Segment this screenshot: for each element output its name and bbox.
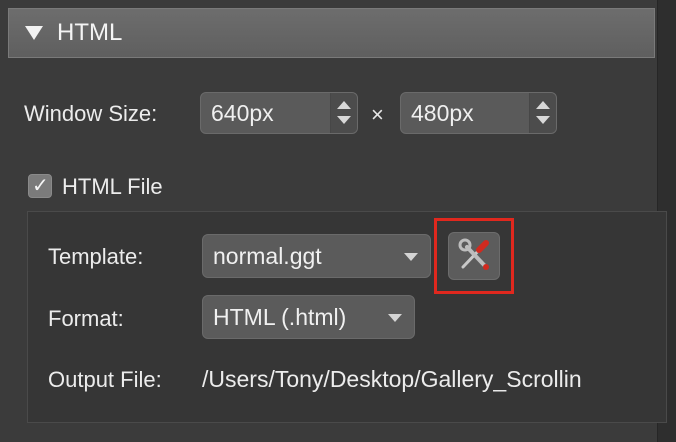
window-height-value[interactable]: 480px xyxy=(411,100,474,126)
html-file-checkbox[interactable]: ✓ xyxy=(28,173,52,198)
decrement-arrow-icon[interactable] xyxy=(337,116,351,124)
output-file-label: Output File: xyxy=(48,367,162,392)
checkmark-icon: ✓ xyxy=(32,173,49,197)
decrement-arrow-icon[interactable] xyxy=(536,116,550,124)
html-settings-panel: HTML Window Size: 640px × 480px ✓ HTML F… xyxy=(0,0,676,442)
disclosure-triangle-icon[interactable] xyxy=(25,26,43,40)
window-width-stepper[interactable]: 640px xyxy=(200,92,358,134)
template-label: Template: xyxy=(48,244,144,269)
window-height-stepper[interactable]: 480px xyxy=(400,92,557,134)
increment-arrow-icon[interactable] xyxy=(337,101,351,109)
highlight-box xyxy=(434,218,514,294)
window-width-stepper-arrows[interactable] xyxy=(330,93,357,133)
window-height-stepper-arrows[interactable] xyxy=(529,93,556,133)
increment-arrow-icon[interactable] xyxy=(536,101,550,109)
window-size-label: Window Size: xyxy=(24,101,158,126)
section-title: HTML xyxy=(57,19,123,46)
output-file-path[interactable]: /Users/Tony/Desktop/Gallery_Scrollin xyxy=(202,366,656,392)
chevron-down-icon xyxy=(404,253,418,261)
format-popup[interactable]: HTML (.html) xyxy=(202,295,415,339)
chevron-down-icon xyxy=(388,314,402,322)
template-popup[interactable]: normal.ggt xyxy=(202,234,431,278)
template-selected-value: normal.ggt xyxy=(213,243,322,269)
html-file-label[interactable]: HTML File xyxy=(62,174,163,200)
section-header-html[interactable]: HTML xyxy=(8,8,655,58)
format-selected-value: HTML (.html) xyxy=(213,304,347,330)
format-label: Format: xyxy=(48,306,124,331)
size-separator: × xyxy=(371,102,384,127)
window-width-value[interactable]: 640px xyxy=(211,100,274,126)
